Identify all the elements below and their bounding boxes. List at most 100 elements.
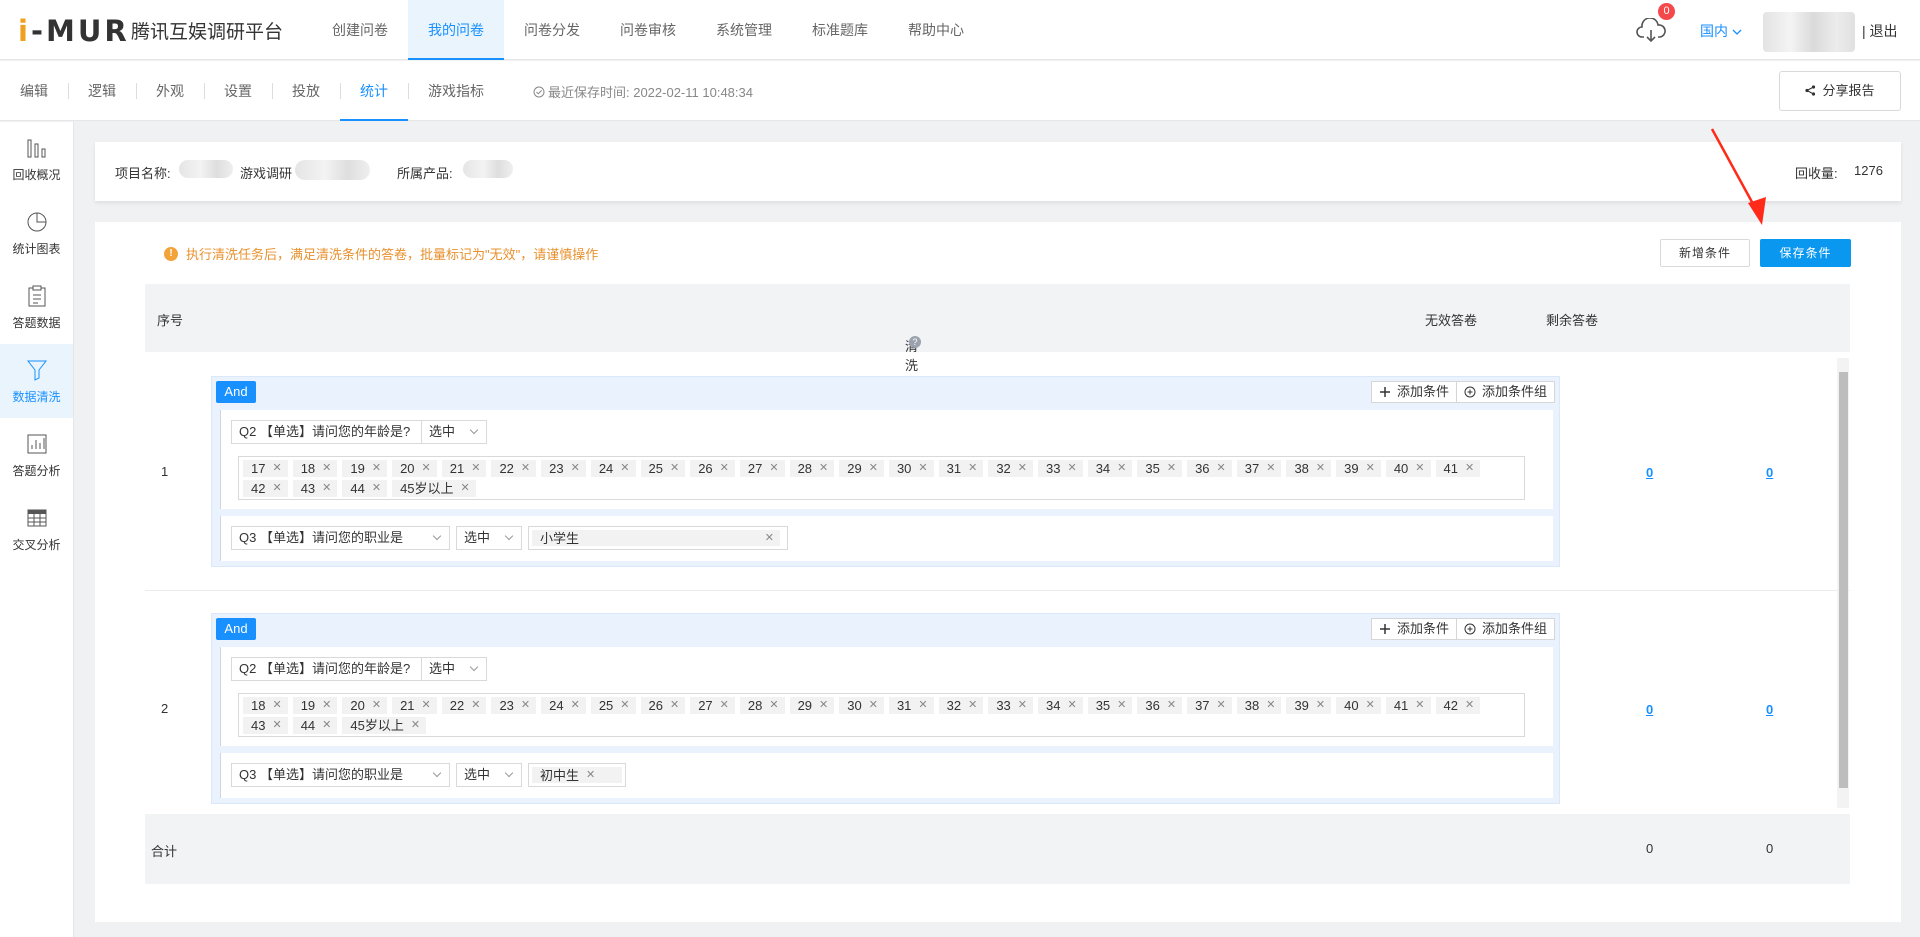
remove-tag-icon[interactable]: ✕ <box>372 480 381 497</box>
remaining-count-link[interactable]: 0 <box>1766 702 1773 717</box>
remove-tag-icon[interactable]: ✕ <box>1117 460 1126 477</box>
remove-tag-icon[interactable]: ✕ <box>521 460 530 477</box>
remove-tag-icon[interactable]: ✕ <box>620 460 629 477</box>
remove-tag-icon[interactable]: ✕ <box>1217 697 1226 714</box>
remove-tag-icon[interactable]: ✕ <box>322 460 331 477</box>
remove-tag-icon[interactable]: ✕ <box>869 460 878 477</box>
logout-link[interactable]: | 退出 <box>1862 21 1898 41</box>
remove-tag-icon[interactable]: ✕ <box>272 480 281 497</box>
remove-tag-icon[interactable]: ✕ <box>461 480 470 497</box>
remove-tag-icon[interactable]: ✕ <box>1465 697 1474 714</box>
age-tags-box[interactable]: 18 ✕ 19 ✕ 20 ✕ 21 ✕ 22 ✕ 23 ✕ 24 ✕ 25 ✕ 26 ✕ 27 ✕ 28 ✕ 29 ✕ 30 ✕ 3… <box>238 693 1525 737</box>
remove-tag-icon[interactable]: ✕ <box>1217 460 1226 477</box>
remove-tag-icon[interactable]: ✕ <box>819 460 828 477</box>
sidebar-item-charts[interactable]: 统计图表 <box>0 196 73 270</box>
remove-tag-icon[interactable]: ✕ <box>322 697 331 714</box>
remove-tag-icon[interactable]: ✕ <box>1415 460 1424 477</box>
remove-tag-icon[interactable]: ✕ <box>1117 697 1126 714</box>
cloud-download-icon[interactable] <box>1636 18 1666 44</box>
age-tags-box[interactable]: 17 ✕ 18 ✕ 19 ✕ 20 ✕ 21 ✕ 22 ✕ 23 ✕ 24 ✕ 25 ✕ 26 ✕ 27 ✕ 28 ✕ 29 ✕ 3… <box>238 456 1525 500</box>
tab-game-metrics[interactable]: 游戏指标 <box>408 61 504 121</box>
remove-tag-icon[interactable]: ✕ <box>521 697 530 714</box>
remove-tag-icon[interactable]: ✕ <box>411 717 420 734</box>
top-nav-help[interactable]: 帮助中心 <box>888 0 984 60</box>
question-select[interactable]: Q3 【单选】请问您的职业是 <box>231 763 450 787</box>
question-select[interactable]: Q3 【单选】请问您的职业是 <box>231 526 450 550</box>
job-tag-box[interactable]: 初中生 ✕ <box>528 763 626 787</box>
remove-tag-icon[interactable]: ✕ <box>422 697 431 714</box>
remove-tag-icon[interactable]: ✕ <box>471 460 480 477</box>
remove-tag-icon[interactable]: ✕ <box>769 460 778 477</box>
remove-tag-icon[interactable]: ✕ <box>571 697 580 714</box>
top-nav-my-surveys[interactable]: 我的问卷 <box>408 0 504 60</box>
share-report-button[interactable]: 分享报告 <box>1779 71 1901 111</box>
remove-tag-icon[interactable]: ✕ <box>1415 697 1424 714</box>
remove-tag-icon[interactable]: ✕ <box>769 697 778 714</box>
remove-tag-icon[interactable]: ✕ <box>1018 697 1027 714</box>
top-nav-question-bank[interactable]: 标准题库 <box>792 0 888 60</box>
remove-tag-icon[interactable]: ✕ <box>1266 697 1275 714</box>
tab-edit[interactable]: 编辑 <box>0 61 68 121</box>
remove-tag-icon[interactable]: ✕ <box>620 697 629 714</box>
invalid-count-link[interactable]: 0 <box>1646 465 1653 480</box>
tab-delivery[interactable]: 投放 <box>272 61 340 121</box>
remove-tag-icon[interactable]: ✕ <box>1167 697 1176 714</box>
and-tag[interactable]: And <box>216 618 256 640</box>
operator-select[interactable]: 选中 <box>456 763 522 787</box>
remove-tag-icon[interactable]: ✕ <box>1316 697 1325 714</box>
remove-tag-icon[interactable]: ✕ <box>1067 460 1076 477</box>
remove-tag-icon[interactable]: ✕ <box>372 697 381 714</box>
remove-tag-icon[interactable]: ✕ <box>918 460 927 477</box>
add-condition-group-button[interactable]: 添加条件组 <box>1455 382 1554 402</box>
remove-tag-icon[interactable]: ✕ <box>1067 697 1076 714</box>
job-tag-box[interactable]: 小学生 ✕ <box>528 526 788 550</box>
invalid-count-link[interactable]: 0 <box>1646 702 1653 717</box>
remove-tag-icon[interactable]: ✕ <box>670 460 679 477</box>
remove-tag-icon[interactable]: ✕ <box>1018 460 1027 477</box>
remove-tag-icon[interactable]: ✕ <box>968 697 977 714</box>
remove-tag-icon[interactable]: ✕ <box>422 460 431 477</box>
operator-select[interactable]: 选中 <box>456 526 522 550</box>
remove-tag-icon[interactable]: ✕ <box>471 697 480 714</box>
remove-tag-icon[interactable]: ✕ <box>322 480 331 497</box>
remove-tag-icon[interactable]: ✕ <box>918 697 927 714</box>
region-dropdown[interactable]: 国内 <box>1700 21 1742 41</box>
remove-tag-icon[interactable]: ✕ <box>372 460 381 477</box>
scrollbar-thumb[interactable] <box>1839 372 1848 788</box>
tab-settings[interactable]: 设置 <box>204 61 272 121</box>
remove-tag-icon[interactable]: ✕ <box>869 697 878 714</box>
remove-tag-icon[interactable]: ✕ <box>765 530 774 547</box>
top-nav-review[interactable]: 问卷审核 <box>600 0 696 60</box>
sidebar-item-data-cleaning[interactable]: 数据清洗 <box>0 344 73 418</box>
sidebar-item-analysis[interactable]: 答题分析 <box>0 418 73 492</box>
user-avatar[interactable] <box>1763 12 1855 52</box>
remove-tag-icon[interactable]: ✕ <box>1465 460 1474 477</box>
remove-tag-icon[interactable]: ✕ <box>1366 697 1375 714</box>
operator-select[interactable]: 选中 <box>421 657 487 681</box>
remove-tag-icon[interactable]: ✕ <box>272 460 281 477</box>
add-condition-inline-button[interactable]: 添加条件 <box>1372 382 1456 402</box>
save-condition-button[interactable]: 保存条件 <box>1760 239 1851 267</box>
sidebar-item-cross-analysis[interactable]: 交叉分析 <box>0 492 73 566</box>
tab-logic[interactable]: 逻辑 <box>68 61 136 121</box>
remove-tag-icon[interactable]: ✕ <box>322 717 331 734</box>
remaining-count-link[interactable]: 0 <box>1766 465 1773 480</box>
remove-tag-icon[interactable]: ✕ <box>586 767 595 784</box>
add-condition-button[interactable]: 新增条件 <box>1660 239 1750 267</box>
sidebar-item-overview[interactable]: 回收概况 <box>0 122 73 196</box>
table-scrollbar[interactable] <box>1837 358 1849 808</box>
tab-statistics[interactable]: 统计 <box>340 61 408 121</box>
remove-tag-icon[interactable]: ✕ <box>571 460 580 477</box>
logo[interactable]: i-MUR <box>18 14 130 48</box>
remove-tag-icon[interactable]: ✕ <box>968 460 977 477</box>
remove-tag-icon[interactable]: ✕ <box>1266 460 1275 477</box>
remove-tag-icon[interactable]: ✕ <box>720 460 729 477</box>
add-condition-inline-button[interactable]: 添加条件 <box>1372 619 1456 639</box>
top-nav-create[interactable]: 创建问卷 <box>312 0 408 60</box>
sidebar-item-answers[interactable]: 答题数据 <box>0 270 73 344</box>
remove-tag-icon[interactable]: ✕ <box>670 697 679 714</box>
add-condition-group-button[interactable]: 添加条件组 <box>1455 619 1554 639</box>
remove-tag-icon[interactable]: ✕ <box>272 697 281 714</box>
top-nav-distribute[interactable]: 问卷分发 <box>504 0 600 60</box>
help-icon[interactable]: ? <box>909 336 921 348</box>
